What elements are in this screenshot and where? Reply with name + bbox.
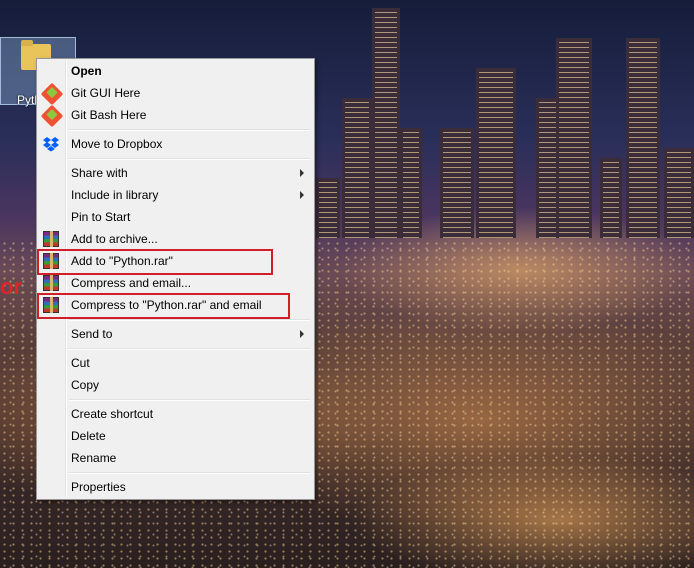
submenu-arrow-icon <box>300 191 304 199</box>
menu-item-label: Copy <box>71 378 100 392</box>
menu-item-open[interactable]: Open <box>39 60 312 82</box>
menu-item-label: Compress and email... <box>71 276 192 290</box>
menu-item-label: Share with <box>71 166 128 180</box>
skyscraper <box>600 158 622 238</box>
menu-item-git-bash-here[interactable]: Git Bash Here <box>39 104 312 128</box>
git-icon <box>40 82 64 106</box>
menu-item-rename[interactable]: Rename <box>39 447 312 469</box>
winrar-icon <box>43 231 59 247</box>
menu-separator <box>69 158 310 160</box>
menu-item-create-shortcut[interactable]: Create shortcut <box>39 403 312 425</box>
menu-item-label: Git GUI Here <box>71 86 141 100</box>
menu-separator <box>69 472 310 474</box>
git-icon <box>40 104 64 128</box>
skyscraper <box>372 8 400 238</box>
skyscraper <box>664 148 694 238</box>
annotation-or-text: or <box>0 274 22 299</box>
menu-separator <box>69 129 310 131</box>
menu-item-label: Create shortcut <box>71 407 154 421</box>
menu-item-label: Properties <box>71 480 126 494</box>
skyscraper <box>400 128 422 238</box>
menu-item-label: Git Bash Here <box>71 108 147 122</box>
menu-item-label: Include in library <box>71 188 159 202</box>
skyscraper <box>316 178 340 238</box>
menu-separator <box>69 399 310 401</box>
menu-separator <box>69 348 310 350</box>
menu-item-compress-and-email[interactable]: Compress and email... <box>39 272 312 294</box>
menu-item-move-to-dropbox[interactable]: Move to Dropbox <box>39 133 312 155</box>
menu-item-label: Send to <box>71 327 113 341</box>
menu-item-cut[interactable]: Cut <box>39 352 312 374</box>
context-menu: Open Git GUI Here Git Bash Here Move to … <box>36 58 315 500</box>
menu-item-label: Open <box>71 64 102 78</box>
skyscraper <box>556 38 592 238</box>
menu-item-git-gui-here[interactable]: Git GUI Here <box>39 82 312 106</box>
menu-item-copy[interactable]: Copy <box>39 374 312 396</box>
skyscraper <box>342 98 372 238</box>
skyscraper <box>476 68 516 238</box>
menu-item-label: Rename <box>71 451 117 465</box>
winrar-icon <box>43 275 59 291</box>
submenu-arrow-icon <box>300 169 304 177</box>
menu-item-label: Add to archive... <box>71 232 158 246</box>
submenu-arrow-icon <box>300 330 304 338</box>
menu-item-send-to[interactable]: Send to <box>39 323 312 345</box>
menu-item-pin-to-start[interactable]: Pin to Start <box>39 206 312 228</box>
menu-item-label: Cut <box>71 356 90 370</box>
menu-item-share-with[interactable]: Share with <box>39 162 312 184</box>
dropbox-icon <box>43 136 59 152</box>
menu-item-properties[interactable]: Properties <box>39 476 312 498</box>
menu-item-label: Move to Dropbox <box>71 137 163 151</box>
menu-separator <box>69 319 310 321</box>
menu-item-add-to-archive[interactable]: Add to archive... <box>39 228 312 250</box>
menu-item-label: Delete <box>71 429 106 443</box>
menu-item-label: Pin to Start <box>71 210 131 224</box>
highlight-box-add-to-python-rar <box>37 249 273 275</box>
menu-item-include-in-library[interactable]: Include in library <box>39 184 312 206</box>
skyscraper <box>440 128 474 238</box>
skyscraper <box>626 38 660 238</box>
menu-item-delete[interactable]: Delete <box>39 425 312 447</box>
highlight-box-compress-and-email <box>37 293 290 319</box>
